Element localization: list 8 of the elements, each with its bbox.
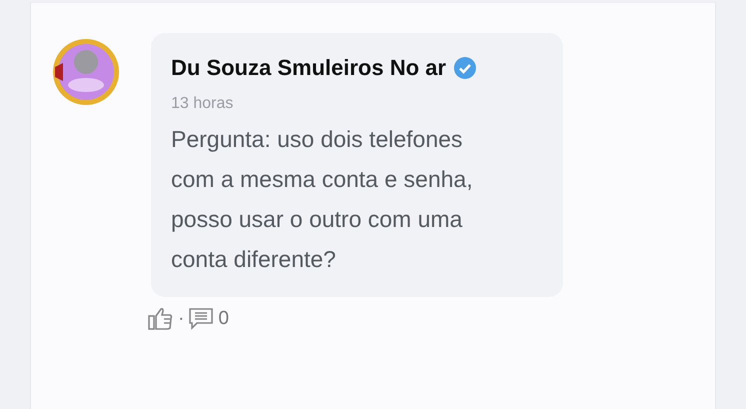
comment-icon[interactable] xyxy=(188,307,214,331)
timestamp: 13 horas xyxy=(171,95,234,113)
comment-text: Pergunta: uso dois telefones com a mesma conta e senha, posso usar o outro com uma conta diferente? xyxy=(171,125,474,274)
separator: · xyxy=(178,308,184,330)
avatar xyxy=(51,37,121,107)
author-name[interactable]: Du Souza Smuleiros No ar xyxy=(171,55,446,81)
comment-count: 0 xyxy=(218,308,229,330)
like-icon[interactable] xyxy=(148,307,174,331)
